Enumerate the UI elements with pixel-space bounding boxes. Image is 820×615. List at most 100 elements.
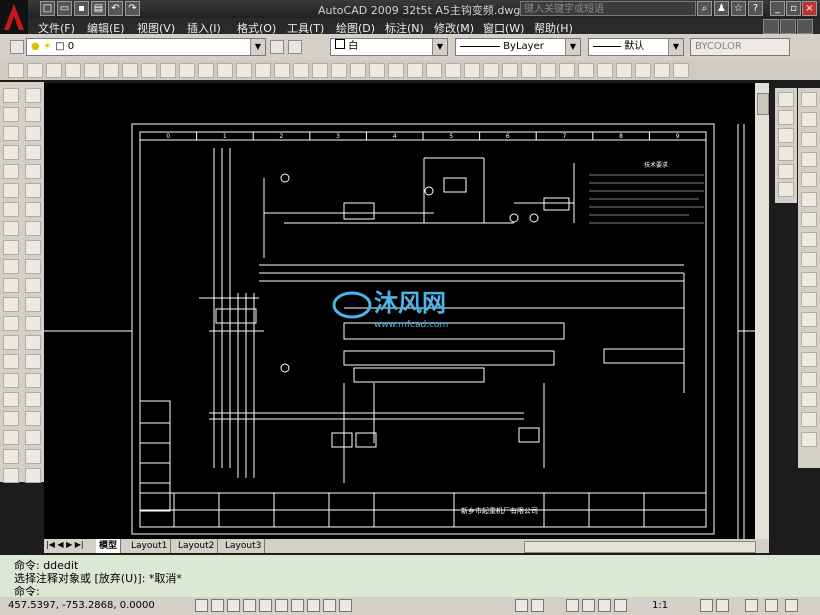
modify-tool-icon[interactable]	[25, 354, 41, 369]
search-input[interactable]: 键入关键字或短语	[520, 1, 696, 16]
toolbar-tool-icon[interactable]	[217, 63, 233, 78]
pan-icon[interactable]	[566, 599, 579, 612]
modify-tool-icon[interactable]	[25, 88, 41, 103]
modify-tool-icon[interactable]	[25, 373, 41, 388]
modify-tool-icon[interactable]	[25, 145, 41, 160]
grid-icon[interactable]	[211, 599, 224, 612]
draw-tool-icon[interactable]	[3, 373, 19, 388]
toolbar-tool-icon[interactable]	[445, 63, 461, 78]
toolbar-tool-icon[interactable]	[27, 63, 43, 78]
draw-tool-icon[interactable]	[3, 411, 19, 426]
open-file-icon[interactable]: ▭	[57, 1, 72, 16]
property-tool-icon[interactable]	[778, 128, 794, 143]
toolbar-tool-icon[interactable]	[331, 63, 347, 78]
modify-tool-icon[interactable]	[25, 430, 41, 445]
autocad-logo[interactable]	[0, 0, 28, 34]
quick-properties-icon[interactable]	[339, 599, 352, 612]
layout-icon[interactable]	[531, 599, 544, 612]
horizontal-scrollbar[interactable]	[524, 541, 756, 553]
toolbar-tool-icon[interactable]	[369, 63, 385, 78]
draw-tool-icon[interactable]	[3, 335, 19, 350]
modify-tool-icon[interactable]	[25, 183, 41, 198]
property-tool-icon[interactable]	[778, 92, 794, 107]
dimension-tool-icon[interactable]	[801, 152, 817, 167]
toolbar-tool-icon[interactable]	[578, 63, 594, 78]
toolbar-tool-icon[interactable]	[388, 63, 404, 78]
dimension-tool-icon[interactable]	[801, 112, 817, 127]
restore-button[interactable]: ▫	[786, 1, 801, 16]
help-icon[interactable]: ?	[748, 1, 763, 16]
layer-dropdown[interactable]: ● ☀ □ 0 ▼	[26, 38, 266, 56]
property-tool-icon[interactable]	[778, 182, 794, 197]
toolbar-tool-icon[interactable]	[521, 63, 537, 78]
workspace-icon[interactable]	[745, 599, 758, 612]
modify-tool-icon[interactable]	[25, 278, 41, 293]
draw-tool-icon[interactable]	[3, 430, 19, 445]
toolbar-tool-icon[interactable]	[654, 63, 670, 78]
close-button[interactable]: ×	[802, 1, 817, 16]
ortho-icon[interactable]	[227, 599, 240, 612]
draw-tool-icon[interactable]	[3, 449, 19, 464]
snap-icon[interactable]	[195, 599, 208, 612]
lineweight-dropdown[interactable]: 默认 ▼	[588, 38, 684, 56]
toolbar-tool-icon[interactable]	[141, 63, 157, 78]
layer-manager-icon[interactable]	[10, 40, 24, 54]
toolbar-tool-icon[interactable]	[46, 63, 62, 78]
dimension-tool-icon[interactable]	[801, 192, 817, 207]
property-tool-icon[interactable]	[778, 110, 794, 125]
steeringwheel-icon[interactable]	[598, 599, 611, 612]
dimension-tool-icon[interactable]	[801, 352, 817, 367]
annotation-visibility-icon[interactable]	[700, 599, 713, 612]
toolbar-tool-icon[interactable]	[312, 63, 328, 78]
draw-tool-icon[interactable]	[3, 183, 19, 198]
toolbar-tool-icon[interactable]	[540, 63, 556, 78]
dimension-tool-icon[interactable]	[801, 252, 817, 267]
print-icon[interactable]: ▤	[91, 1, 106, 16]
lock-toolbar-icon[interactable]	[765, 599, 778, 612]
toolbar-tool-icon[interactable]	[274, 63, 290, 78]
toolbar-tool-icon[interactable]	[103, 63, 119, 78]
modify-tool-icon[interactable]	[25, 240, 41, 255]
modify-tool-icon[interactable]	[25, 411, 41, 426]
autoscale-icon[interactable]	[716, 599, 729, 612]
scroll-thumb[interactable]	[757, 93, 769, 115]
vertical-scrollbar[interactable]	[755, 83, 769, 539]
dimension-tool-icon[interactable]	[801, 212, 817, 227]
modify-tool-icon[interactable]	[25, 202, 41, 217]
redo-icon[interactable]: ↷	[125, 1, 140, 16]
new-file-icon[interactable]: □	[40, 1, 55, 16]
dyn-icon[interactable]	[307, 599, 320, 612]
toolbar-tool-icon[interactable]	[65, 63, 81, 78]
toolbar-tool-icon[interactable]	[635, 63, 651, 78]
draw-tool-icon[interactable]	[3, 278, 19, 293]
osnap-icon[interactable]	[259, 599, 272, 612]
modify-tool-icon[interactable]	[25, 392, 41, 407]
dimension-tool-icon[interactable]	[801, 232, 817, 247]
draw-tool-icon[interactable]	[3, 126, 19, 141]
draw-tool-icon[interactable]	[3, 316, 19, 331]
tab-nav-arrows[interactable]: |◀ ◀ ▶ ▶|	[46, 540, 84, 549]
otrack-icon[interactable]	[275, 599, 288, 612]
toolbar-tool-icon[interactable]	[293, 63, 309, 78]
modify-tool-icon[interactable]	[25, 259, 41, 274]
undo-icon[interactable]: ↶	[108, 1, 123, 16]
draw-tool-icon[interactable]	[3, 392, 19, 407]
favorites-icon[interactable]: ☆	[731, 1, 746, 16]
draw-tool-icon[interactable]	[3, 88, 19, 103]
toolbar-tool-icon[interactable]	[84, 63, 100, 78]
draw-tool-icon[interactable]	[3, 164, 19, 179]
clean-screen-icon[interactable]	[785, 599, 798, 612]
toolbar-tool-icon[interactable]	[255, 63, 271, 78]
toolbar-tool-icon[interactable]	[198, 63, 214, 78]
draw-tool-icon[interactable]	[3, 240, 19, 255]
toolbar-tool-icon[interactable]	[179, 63, 195, 78]
layer-previous-icon[interactable]	[288, 40, 302, 54]
toolbar-tool-icon[interactable]	[559, 63, 575, 78]
annotation-scale[interactable]: 1:1	[652, 600, 668, 611]
toolbar-tool-icon[interactable]	[426, 63, 442, 78]
doc-close-button[interactable]	[797, 19, 813, 34]
linetype-dropdown[interactable]: ByLayer ▼	[455, 38, 581, 56]
make-current-icon[interactable]	[270, 40, 284, 54]
toolbar-tool-icon[interactable]	[597, 63, 613, 78]
color-dropdown[interactable]: 白 ▼	[330, 38, 448, 56]
